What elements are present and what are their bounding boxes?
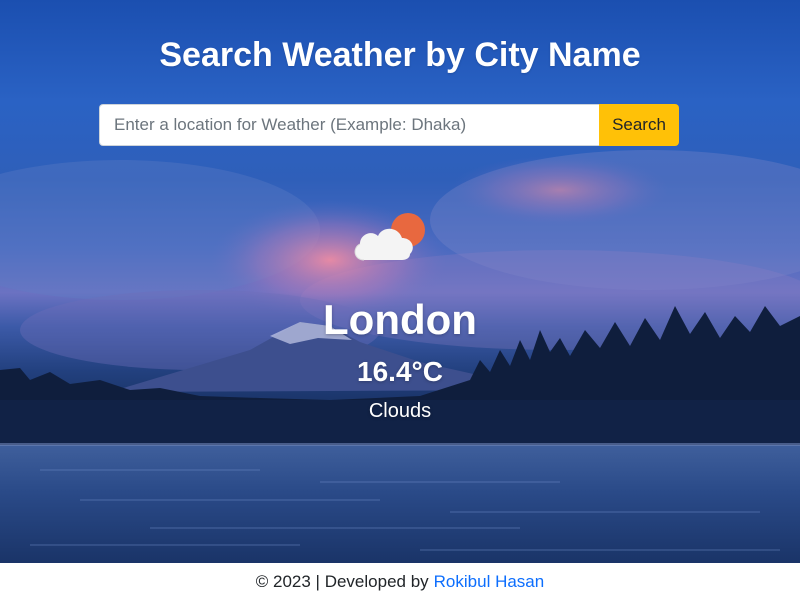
temperature: 16.4°C xyxy=(357,356,443,387)
search-button[interactable]: Search xyxy=(599,104,679,146)
page-title: Search Weather by City Name xyxy=(159,36,641,74)
footer: © 2023 | Developed by Rokibul Hasan xyxy=(0,563,800,600)
search-bar: Search xyxy=(99,104,679,146)
city-name: London xyxy=(323,296,477,343)
search-input[interactable] xyxy=(99,104,599,146)
cloud-with-sun-icon xyxy=(354,213,425,261)
lake-mountain-background xyxy=(0,150,800,563)
background-scene: Search Weather by City Name Search Londo… xyxy=(0,0,800,563)
page: Search Weather by City Name Search Londo… xyxy=(0,0,800,600)
author-link[interactable]: Rokibul Hasan xyxy=(434,572,545,592)
weather-condition: Clouds xyxy=(368,400,432,422)
footer-text: © 2023 | Developed by xyxy=(255,571,429,591)
